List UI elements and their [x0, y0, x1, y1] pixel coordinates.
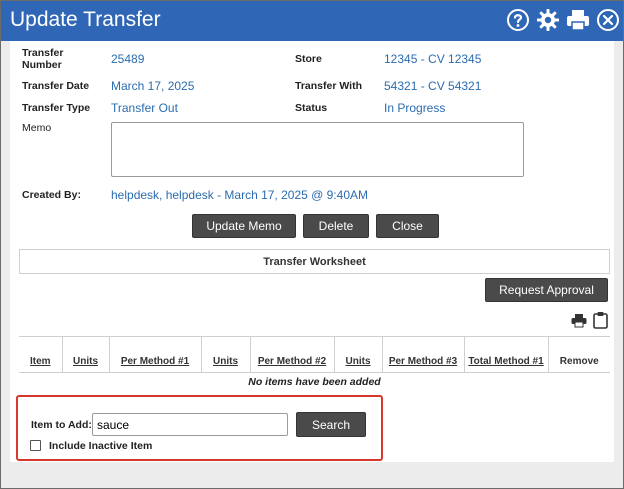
- dialog-content: Transfer Number 25489 Store 12345 - CV 1…: [10, 41, 614, 462]
- delete-button[interactable]: Delete: [303, 214, 369, 238]
- title-icons: [505, 7, 621, 33]
- transfer-type-label: Transfer Type: [22, 102, 91, 114]
- worksheet-table: Item Units Per Method #1 Units Per Metho…: [19, 336, 610, 391]
- col-units-2[interactable]: Units: [201, 336, 251, 373]
- worksheet-tools: [571, 311, 608, 332]
- print-icon[interactable]: [565, 7, 591, 33]
- search-button[interactable]: Search: [296, 412, 366, 437]
- close-button[interactable]: Close: [376, 214, 439, 238]
- gear-icon[interactable]: [535, 7, 561, 33]
- col-units-1[interactable]: Units: [62, 336, 110, 373]
- dialog-frame: Update Transfer Transfer Number 25489 St…: [0, 0, 624, 489]
- memo-label: Memo: [22, 122, 52, 134]
- status-label: Status: [295, 102, 328, 114]
- close-icon[interactable]: [595, 7, 621, 33]
- transfer-type-value: Transfer Out: [111, 101, 178, 115]
- store-label: Store: [295, 53, 322, 65]
- transfer-with-label: Transfer With: [295, 80, 362, 92]
- col-per-method-2[interactable]: Per Method #2: [250, 336, 335, 373]
- empty-message: No items have been added: [19, 372, 610, 391]
- clipboard-icon[interactable]: [593, 311, 608, 332]
- dialog-title: Update Transfer: [10, 8, 161, 31]
- item-search-input[interactable]: [92, 413, 288, 436]
- memo-textarea[interactable]: [111, 122, 524, 177]
- col-per-method-3[interactable]: Per Method #3: [382, 336, 465, 373]
- table-row: No items have been added: [19, 372, 610, 391]
- col-total-method-1[interactable]: Total Method #1: [464, 336, 549, 373]
- transfer-number-value: 25489: [111, 52, 145, 66]
- transfer-date-value: March 17, 2025: [111, 79, 195, 93]
- help-icon[interactable]: [505, 7, 531, 33]
- col-per-method-1[interactable]: Per Method #1: [109, 336, 202, 373]
- created-by-value: helpdesk, helpdesk - March 17, 2025 @ 9:…: [111, 188, 368, 202]
- transfer-date-label: Transfer Date: [22, 80, 90, 92]
- item-add-box: Item to Add: Search Include Inactive Ite…: [16, 395, 383, 461]
- update-memo-button[interactable]: Update Memo: [192, 214, 296, 238]
- request-approval-button[interactable]: Request Approval: [485, 278, 608, 302]
- col-item[interactable]: Item: [19, 336, 63, 373]
- transfer-with-value: 54321 - CV 54321: [384, 79, 482, 93]
- created-by-label: Created By:: [22, 189, 81, 201]
- include-inactive-checkbox[interactable]: [30, 440, 41, 451]
- transfer-worksheet-header: Transfer Worksheet: [19, 249, 610, 274]
- transfer-number-label: Transfer Number: [22, 47, 64, 71]
- item-to-add-label: Item to Add:: [31, 419, 92, 431]
- store-value: 12345 - CV 12345: [384, 52, 482, 66]
- table-header-row: Item Units Per Method #1 Units Per Metho…: [19, 336, 610, 373]
- status-value: In Progress: [384, 101, 446, 115]
- col-remove: Remove: [548, 336, 610, 373]
- print-icon[interactable]: [571, 313, 587, 331]
- title-bar: Update Transfer: [1, 1, 623, 41]
- col-units-3[interactable]: Units: [334, 336, 383, 373]
- include-inactive-label: Include Inactive Item: [49, 440, 153, 452]
